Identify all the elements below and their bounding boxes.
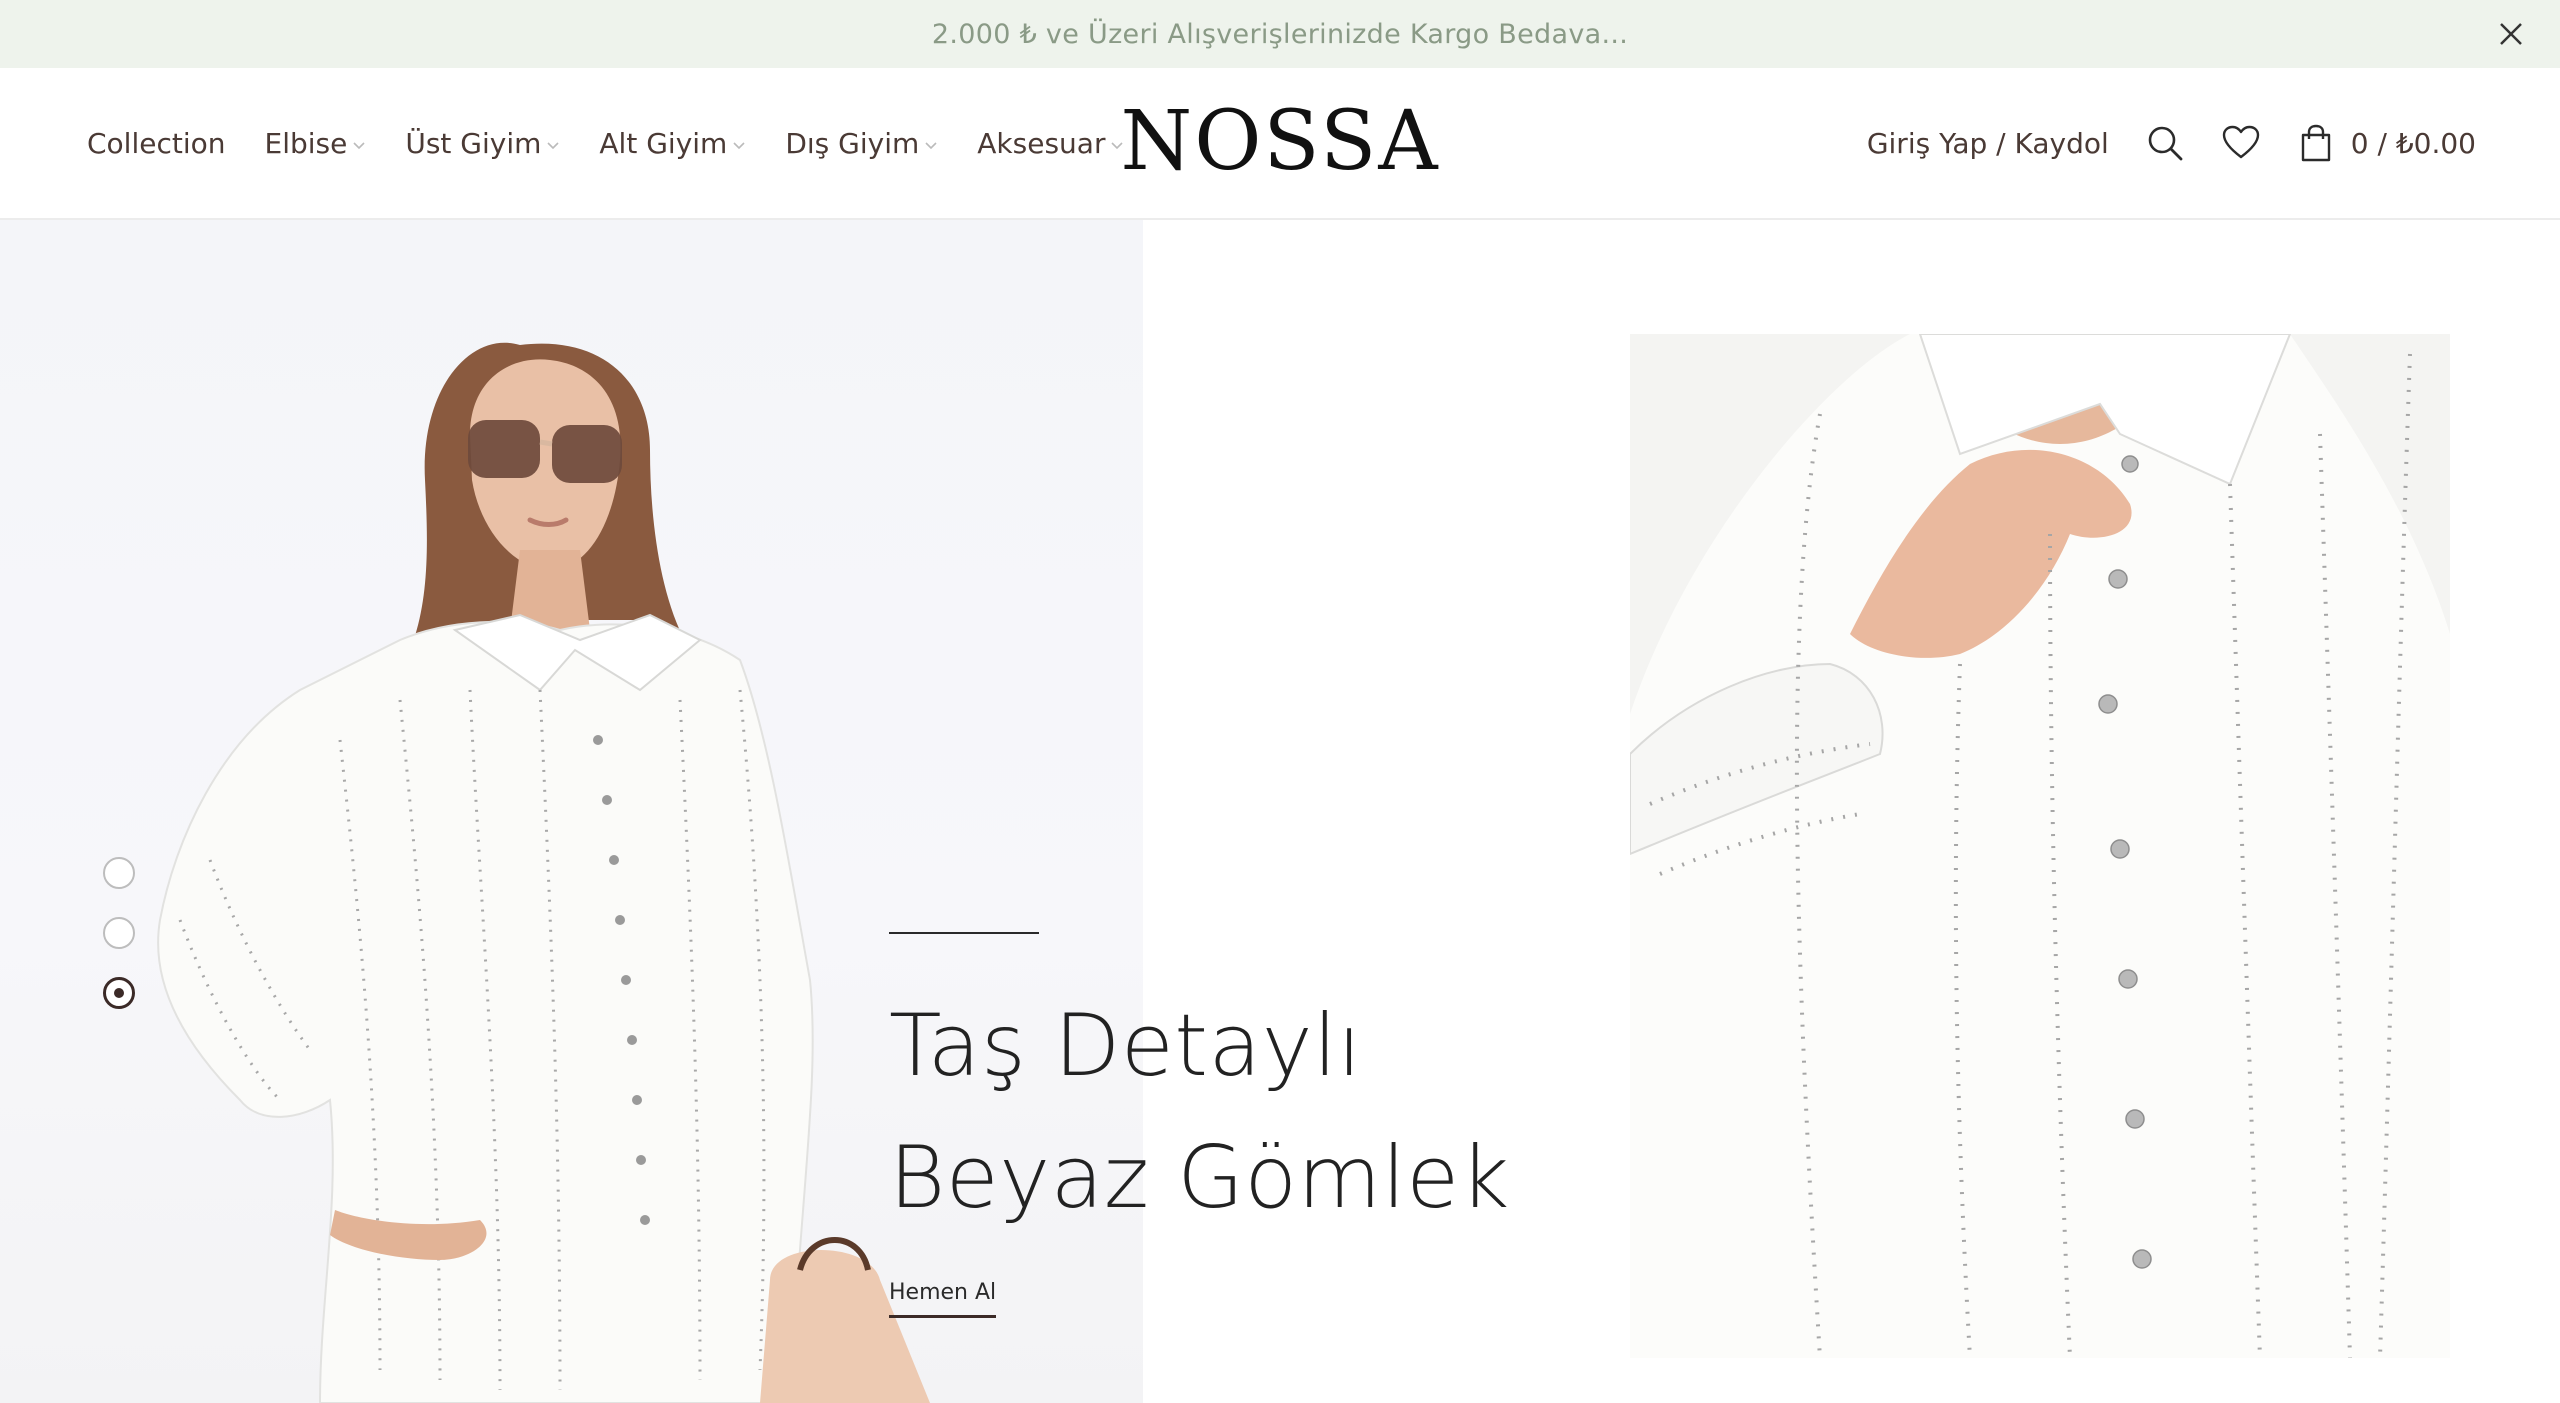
nav-item-alt-giyim[interactable]: Alt Giyim	[599, 127, 746, 160]
nav-item-label: Elbise	[264, 126, 348, 160]
nav-item-aksesuar[interactable]: Aksesuar	[977, 127, 1124, 160]
nav-item-label: Dış Giyim	[785, 126, 920, 160]
nav-item-collection[interactable]: Collection	[87, 127, 226, 160]
cart-summary: 0 / ₺0.00	[2350, 126, 2476, 160]
header-tools: Giriş Yap / Kaydol 0 / ₺0.00	[1867, 68, 2476, 218]
chevron-down-icon	[353, 142, 365, 150]
chevron-down-icon	[925, 142, 937, 150]
promo-bar: 2.000 ₺ ve Üzeri Alışverişlerinizde Karg…	[0, 0, 2560, 68]
nav-item-elbise[interactable]: Elbise	[265, 127, 367, 160]
shopping-bag-icon	[2301, 124, 2330, 162]
shirt-detail-illustration	[1630, 334, 2450, 1358]
site-header: Collection Elbise Üst Giyim Alt Giyim Dı…	[0, 68, 2560, 220]
slide-dot-3[interactable]	[103, 977, 135, 1009]
nav-item-label: Üst Giyim	[405, 126, 542, 160]
nav-item-label: Alt Giyim	[599, 126, 728, 160]
nav-item-label: Aksesuar	[977, 126, 1106, 160]
heart-icon[interactable]	[2221, 123, 2261, 163]
hero-detail-image	[1630, 334, 2450, 1358]
shop-now-link[interactable]: Hemen Al	[889, 1280, 997, 1318]
nav-item-label: Collection	[87, 126, 226, 160]
brand-logo[interactable]: NOSSA	[1120, 94, 1437, 189]
slide-dot-2[interactable]	[103, 917, 135, 949]
main-nav: Collection Elbise Üst Giyim Alt Giyim Dı…	[87, 68, 1124, 218]
caption-divider	[889, 932, 1039, 934]
nav-item-ust-giyim[interactable]: Üst Giyim	[405, 127, 560, 160]
search-icon[interactable]	[2145, 123, 2185, 163]
nav-item-dis-giyim[interactable]: Dış Giyim	[785, 127, 938, 160]
hero-slider: Taş Detaylı Beyaz Gömlek Hemen Al	[0, 220, 2560, 1403]
slider-pagination	[103, 857, 135, 1009]
cart-button[interactable]: 0 / ₺0.00	[2297, 123, 2476, 163]
hero-title: Taş Detaylı Beyaz Gömlek	[889, 996, 1510, 1228]
promo-text: 2.000 ₺ ve Üzeri Alışverişlerinizde Karg…	[931, 18, 1629, 50]
chevron-down-icon	[547, 142, 559, 150]
hero-caption: Taş Detaylı Beyaz Gömlek Hemen Al	[889, 932, 1609, 1318]
login-register-link[interactable]: Giriş Yap / Kaydol	[1867, 127, 2109, 160]
chevron-down-icon	[733, 142, 745, 150]
close-icon[interactable]	[2492, 15, 2530, 53]
slide-dot-1[interactable]	[103, 857, 135, 889]
